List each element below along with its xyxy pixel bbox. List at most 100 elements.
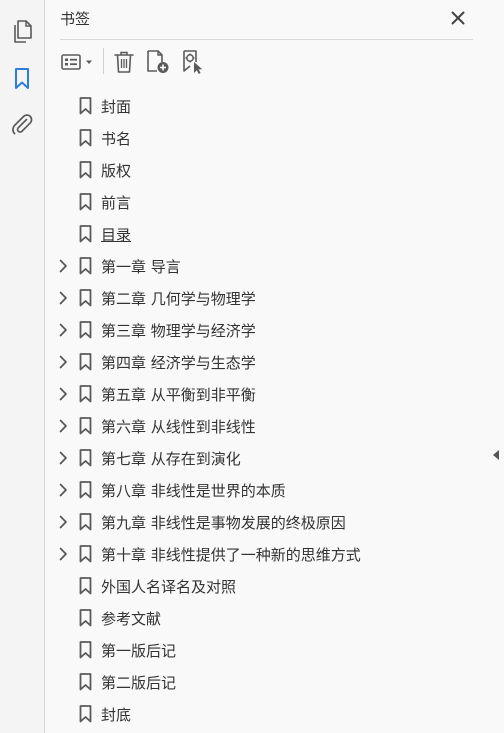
bookmark-row-icon-wrap xyxy=(78,225,92,243)
bookmark-row-icon-wrap xyxy=(78,673,92,691)
chevron-right-icon xyxy=(59,355,67,369)
collapse-pane-handle[interactable] xyxy=(491,447,501,463)
expand-toggle[interactable] xyxy=(56,514,70,530)
bookmark-row-icon-wrap xyxy=(78,513,92,531)
bookmark-item[interactable]: 书名 xyxy=(45,122,489,154)
delete-icon xyxy=(114,51,134,73)
bookmark-item[interactable]: 第五章 从平衡到非平衡 xyxy=(45,378,489,410)
bookmark-label: 参考文献 xyxy=(101,610,162,628)
header-divider xyxy=(60,39,473,40)
bookmark-item[interactable]: 第九章 非线性是事物发展的终极原因 xyxy=(45,506,489,538)
bookmark-row-icon-wrap xyxy=(78,161,92,179)
bookmark-label: 书名 xyxy=(101,130,132,148)
bookmark-icon xyxy=(79,513,91,531)
bookmark-label: 第二章 几何学与物理学 xyxy=(101,290,256,308)
toolbar-separator xyxy=(103,48,104,74)
bookmarks-panel: 书签 封面 书名 版权 前言 目录 第一章 导言 第二章 几何学与物理学 第三章… xyxy=(45,0,489,733)
bookmark-icon xyxy=(79,225,91,243)
bookmark-row-icon-wrap xyxy=(78,609,92,627)
attachments-button[interactable] xyxy=(8,110,36,138)
bookmark-icon xyxy=(79,97,91,115)
options-menu-button[interactable] xyxy=(59,48,97,76)
bookmark-row-icon-wrap xyxy=(78,321,92,339)
chevron-right-icon xyxy=(59,387,67,401)
bookmark-label: 前言 xyxy=(101,194,132,212)
bookmark-row-icon-wrap xyxy=(78,417,92,435)
expand-toggle[interactable] xyxy=(56,546,70,562)
bookmark-item[interactable]: 第一章 导言 xyxy=(45,250,489,282)
expand-toggle[interactable] xyxy=(56,322,70,338)
bookmark-item[interactable]: 第十章 非线性提供了一种新的思维方式 xyxy=(45,538,489,570)
bookmark-row-icon-wrap xyxy=(78,193,92,211)
bookmark-label: 第八章 非线性是世界的本质 xyxy=(101,482,286,500)
delete-bookmark-button[interactable] xyxy=(111,48,137,76)
bookmark-row-icon-wrap xyxy=(78,481,92,499)
chevron-right-icon xyxy=(59,419,67,433)
bookmark-row-icon-wrap xyxy=(78,577,92,595)
triangle-left-icon xyxy=(493,450,499,460)
close-icon xyxy=(451,11,465,25)
bookmark-item[interactable]: 第三章 物理学与经济学 xyxy=(45,314,489,346)
bookmark-label: 第二版后记 xyxy=(101,674,177,692)
bookmarks-button[interactable] xyxy=(8,65,36,93)
chevron-right-icon xyxy=(59,547,67,561)
add-bookmark-icon xyxy=(147,50,169,73)
bookmark-row-icon-wrap xyxy=(78,385,92,403)
add-bookmark-button[interactable] xyxy=(144,48,172,76)
bookmark-icon xyxy=(79,161,91,179)
bookmark-icon xyxy=(79,481,91,499)
bookmark-label: 第十章 非线性提供了一种新的思维方式 xyxy=(101,546,361,564)
bookmark-item[interactable]: 目录 xyxy=(45,218,489,250)
bookmark-label: 外国人名译名及对照 xyxy=(101,578,237,596)
expand-toggle[interactable] xyxy=(56,482,70,498)
bookmark-item[interactable]: 前言 xyxy=(45,186,489,218)
bookmark-row-icon-wrap xyxy=(78,353,92,371)
new-bookmark-from-structure-icon xyxy=(183,50,203,74)
bookmark-item[interactable]: 第六章 从线性到非线性 xyxy=(45,410,489,442)
bookmark-item[interactable]: 第二版后记 xyxy=(45,666,489,698)
attachment-icon xyxy=(12,114,33,135)
bookmark-item[interactable]: 封面 xyxy=(45,90,489,122)
bookmark-row-icon-wrap xyxy=(78,449,92,467)
bookmark-item[interactable]: 第四章 经济学与生态学 xyxy=(45,346,489,378)
expand-toggle[interactable] xyxy=(56,386,70,402)
bookmark-item[interactable]: 版权 xyxy=(45,154,489,186)
bookmark-icon xyxy=(79,353,91,371)
bookmark-label: 第一版后记 xyxy=(101,642,177,660)
bookmark-icon xyxy=(79,449,91,467)
bookmark-label: 封底 xyxy=(101,706,132,724)
chevron-right-icon xyxy=(59,259,67,273)
bookmark-row-icon-wrap xyxy=(78,289,92,307)
bookmark-icon xyxy=(79,705,91,723)
bookmark-row-icon-wrap xyxy=(78,257,92,275)
bookmark-icon xyxy=(79,193,91,211)
page-thumbnails-button[interactable] xyxy=(8,18,36,46)
panel-title: 书签 xyxy=(60,10,91,28)
bookmark-label: 第五章 从平衡到非平衡 xyxy=(101,386,256,404)
bookmark-item[interactable]: 第二章 几何学与物理学 xyxy=(45,282,489,314)
bookmark-label: 第四章 经济学与生态学 xyxy=(101,354,256,372)
bookmark-list: 封面书名版权前言目录第一章 导言第二章 几何学与物理学第三章 物理学与经济学第四… xyxy=(45,90,489,730)
bookmark-icon xyxy=(79,289,91,307)
chevron-right-icon xyxy=(59,323,67,337)
expand-toggle[interactable] xyxy=(56,418,70,434)
expand-toggle[interactable] xyxy=(56,354,70,370)
bookmark-icon xyxy=(79,417,91,435)
panel-header: 书签 xyxy=(45,0,489,38)
bookmark-item[interactable]: 第七章 从存在到演化 xyxy=(45,442,489,474)
bookmark-item[interactable]: 第八章 非线性是世界的本质 xyxy=(45,474,489,506)
close-panel-button[interactable] xyxy=(447,7,469,29)
bookmark-icon xyxy=(79,673,91,691)
bookmark-item[interactable]: 参考文献 xyxy=(45,602,489,634)
expand-toggle[interactable] xyxy=(56,258,70,274)
options-menu-icon xyxy=(61,54,92,70)
bookmark-item[interactable]: 封底 xyxy=(45,698,489,730)
new-bookmark-from-structure-button[interactable] xyxy=(179,48,207,76)
bookmark-label: 目录 xyxy=(101,226,132,244)
expand-toggle[interactable] xyxy=(56,290,70,306)
expand-toggle[interactable] xyxy=(56,450,70,466)
bookmark-row-icon-wrap xyxy=(78,129,92,147)
bookmark-icon xyxy=(15,68,29,89)
bookmark-item[interactable]: 第一版后记 xyxy=(45,634,489,666)
bookmark-item[interactable]: 外国人名译名及对照 xyxy=(45,570,489,602)
